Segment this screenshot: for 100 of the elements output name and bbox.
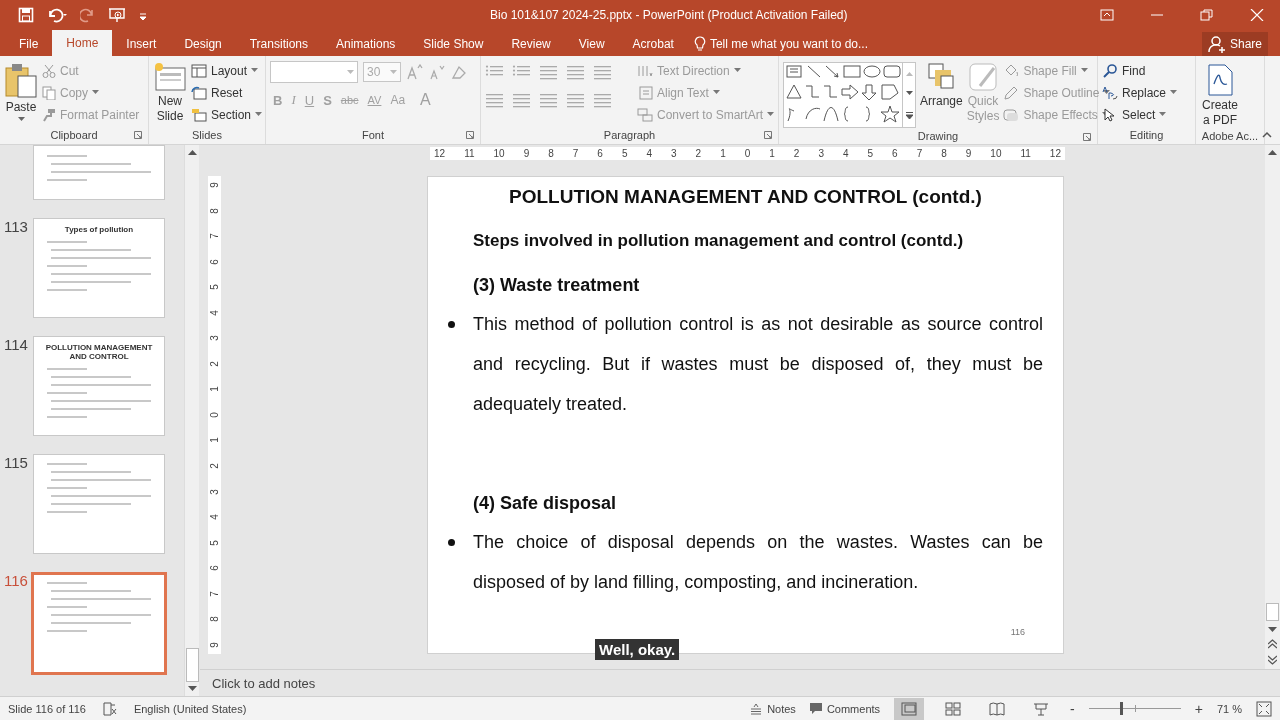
font-field[interactable] [270, 61, 358, 83]
menu-tab[interactable]: Insert [112, 32, 171, 56]
scroll-down-icon[interactable] [1268, 627, 1277, 633]
notes-field[interactable]: Click to add notes [212, 675, 412, 691]
zoom-percent[interactable]: 71 % [1216, 702, 1242, 715]
caret-icon [92, 90, 99, 95]
share-button[interactable]: Share [1201, 32, 1268, 56]
ruler-number: 9 [965, 148, 972, 159]
ruler-number: 8 [209, 207, 220, 214]
scroll-thumb[interactable] [1266, 603, 1279, 621]
bullet-icon [448, 320, 455, 328]
smartart-icon [636, 107, 653, 122]
caret-icon [767, 112, 774, 117]
scroll-down-icon[interactable] [905, 91, 913, 97]
slide-thumbnail[interactable]: POLLUTION MANAGEMENT AND CONTROL [33, 336, 165, 436]
fit-to-window-icon[interactable] [1256, 700, 1272, 717]
ruler-number: 7 [209, 590, 220, 597]
ruler-number: 9 [209, 642, 220, 648]
justify-icon [566, 92, 584, 108]
dialog-launcher-icon[interactable] [764, 131, 772, 139]
slide-thumbnail[interactable]: Types of pollution [33, 218, 165, 318]
text-direction-icon [636, 63, 653, 78]
slide-thumbnail[interactable] [33, 145, 165, 200]
restore-icon[interactable] [1198, 9, 1216, 21]
menu-tab[interactable]: Slide Show [409, 32, 498, 56]
grow-font-icon [406, 64, 424, 80]
menu-tab[interactable]: Design [170, 32, 236, 56]
undo-icon[interactable] [46, 7, 68, 23]
ruler-number: 9 [523, 148, 530, 159]
menu-tab[interactable]: File [5, 32, 53, 56]
caret-icon [347, 70, 354, 75]
arrange-button[interactable]: Arrange [920, 60, 963, 128]
pdf-icon [1206, 64, 1234, 96]
zoom-in-button[interactable]: + [1194, 700, 1203, 717]
scrollbar[interactable] [1265, 145, 1280, 669]
menu-tab[interactable]: Transitions [235, 32, 322, 56]
caret-icon [255, 112, 263, 117]
menu-tab[interactable]: Review [497, 32, 565, 56]
caret-icon [390, 69, 397, 75]
previous-slide-icon[interactable] [1268, 639, 1277, 649]
quick-styles-icon [968, 62, 999, 92]
ruler-number: 8 [548, 148, 554, 159]
ruler-number: 5 [209, 284, 220, 290]
dialog-launcher-icon[interactable] [1083, 133, 1091, 141]
normal-view-icon[interactable] [894, 697, 925, 720]
slides-button[interactable]: Reset [191, 83, 263, 102]
clipboard-icon [4, 62, 38, 98]
window-title: Bio 101&107 2024-25.pptx - PowerPoint (Product Activation Failed) [489, 8, 849, 22]
ribbon-display-icon[interactable] [1098, 9, 1116, 21]
create-pdf-button[interactable]: Create a PDF [1200, 60, 1240, 128]
menu-tab[interactable]: Home [52, 30, 113, 56]
slides-button[interactable]: Section [191, 105, 263, 124]
slides-button[interactable]: Layout [191, 61, 263, 80]
caret-icon [1103, 90, 1111, 95]
search-field[interactable]: Tell me what you want to do... [709, 37, 910, 51]
page-number: 116 [1010, 627, 1025, 637]
menu-tab[interactable]: View [564, 32, 619, 56]
scroll-up-icon[interactable] [1268, 149, 1277, 155]
ruler-number: 7 [572, 148, 579, 159]
ruler-number: 4 [209, 514, 220, 520]
notes-button[interactable]: Notes [750, 702, 796, 715]
comments-button[interactable]: Comments [809, 702, 881, 715]
scroll-up-icon[interactable] [187, 149, 197, 155]
menu-tab[interactable]: Animations [322, 32, 410, 56]
group-label: Paragraph [603, 129, 656, 141]
close-icon[interactable] [1248, 9, 1266, 21]
paste-button[interactable]: Paste [4, 60, 38, 126]
ruler-number: 12 [434, 148, 446, 159]
presentation-icon[interactable] [108, 7, 126, 23]
section-icon [191, 107, 207, 122]
slide-thumbnail[interactable] [33, 454, 165, 554]
scroll-thumb[interactable] [185, 648, 199, 682]
new-slide-icon [153, 62, 187, 92]
slider-thumb[interactable] [1119, 702, 1123, 715]
ruler-number: 3 [209, 488, 220, 495]
menu-tab[interactable]: Acrobat [618, 32, 688, 56]
line-spacing-icon [593, 64, 611, 80]
next-slide-icon[interactable] [1268, 655, 1277, 665]
new-slide-button[interactable]: New Slide [153, 60, 187, 126]
collapse-ribbon-icon[interactable] [1262, 131, 1272, 138]
dialog-launcher-icon[interactable] [466, 131, 474, 139]
paintbrush-icon [42, 107, 56, 122]
reset-icon [191, 85, 207, 100]
dialog-launcher-icon[interactable] [134, 131, 142, 139]
more-icon[interactable] [905, 112, 913, 120]
group-label: Slides [192, 129, 222, 141]
slide-number: 115 [3, 454, 29, 471]
ruler-number: 1 [209, 386, 220, 393]
slide-thumbnail[interactable] [31, 572, 167, 675]
ruler-number: 2 [209, 463, 220, 469]
scrollbar[interactable] [184, 145, 199, 696]
save-icon[interactable] [18, 7, 34, 23]
spell-check-icon[interactable] [101, 701, 118, 716]
ruler-number: 12 [1049, 148, 1061, 159]
slide-number: 114 [3, 336, 29, 353]
scroll-down-icon[interactable] [187, 686, 197, 692]
zoom-out-button[interactable]: - [1070, 700, 1075, 717]
quick-styles-button[interactable]: Quick Styles [966, 60, 1000, 128]
caret-icon [712, 90, 720, 95]
increase-indent-icon [566, 64, 584, 80]
